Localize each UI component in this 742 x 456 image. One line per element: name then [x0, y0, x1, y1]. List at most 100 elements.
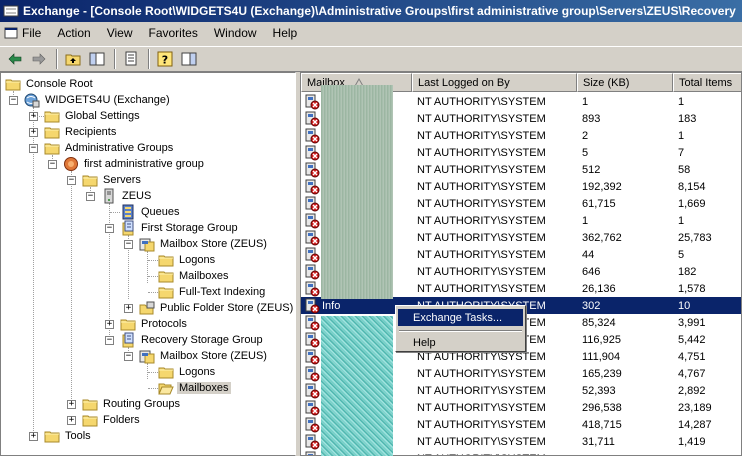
console-tree[interactable]: Console Root − WIDGETS4U (Exchange) + Gl…: [0, 72, 296, 456]
server-icon: [104, 188, 114, 204]
up-one-level-button[interactable]: [62, 48, 84, 70]
tree-node-recipients[interactable]: Recipients: [44, 124, 118, 140]
folder-icon: [158, 287, 174, 299]
tree-node-recovery-storage-group[interactable]: Recovery Storage Group: [120, 332, 265, 348]
tree-node-recovery-mailboxes[interactable]: Mailboxes: [158, 380, 231, 396]
folder-icon: [44, 127, 60, 139]
size-kb: 418,715: [582, 418, 622, 431]
size-kb: 296,538: [582, 401, 622, 414]
context-menu-help[interactable]: Help: [398, 334, 523, 351]
tree-node-queues[interactable]: Queues: [120, 204, 182, 220]
last-logged-on-by: NT AUTHORITY\SYSTEM: [417, 146, 546, 159]
total-items: 1: [678, 214, 685, 227]
help-button[interactable]: ?: [154, 48, 176, 70]
size-kb: 1: [582, 95, 589, 108]
size-kb: 61,715: [582, 197, 616, 210]
mailbox-store-icon: [139, 350, 155, 364]
size-kb: 192,392: [582, 180, 622, 193]
tree-node-tools[interactable]: Tools: [44, 428, 93, 444]
last-logged-on-by: NT AUTHORITY\SYSTEM: [417, 248, 546, 261]
tree-node-full-text-indexing[interactable]: Full-Text Indexing: [158, 284, 267, 300]
show-hide-tree-button[interactable]: [86, 48, 108, 70]
tree-expander[interactable]: +: [105, 320, 114, 329]
disconnected-mailbox-icon: [305, 383, 320, 398]
tree-expander[interactable]: −: [29, 144, 38, 153]
tree-node-recovery-logons[interactable]: Logons: [158, 364, 217, 380]
properties-button[interactable]: [178, 48, 200, 70]
tree-node-organization[interactable]: WIDGETS4U (Exchange): [24, 92, 172, 108]
total-items: 5,442: [678, 333, 706, 346]
tree-node-mailboxes[interactable]: Mailboxes: [158, 268, 231, 284]
column-header-total-items[interactable]: Total Items: [673, 73, 741, 92]
tree-node-folders[interactable]: Folders: [82, 412, 142, 428]
tree-expander[interactable]: +: [67, 400, 76, 409]
last-logged-on-by: NT AUTHORITY\SYSTEM: [417, 112, 546, 125]
tree-node-protocols[interactable]: Protocols: [120, 316, 189, 332]
tree-expander[interactable]: +: [124, 304, 133, 313]
menu-bar: File Action View Favorites Window Help: [0, 22, 742, 44]
context-menu-exchange-tasks[interactable]: Exchange Tasks...: [398, 309, 523, 326]
title-bar[interactable]: Exchange - [Console Root\WIDGETS4U (Exch…: [0, 0, 742, 22]
open-folder-icon: [158, 383, 174, 395]
folder-icon: [158, 255, 174, 267]
tree-expander[interactable]: +: [67, 416, 76, 425]
last-logged-on-by: NT AUTHORITY\SYSTEM: [417, 180, 546, 193]
tree-node-server-zeus[interactable]: ZEUS: [101, 188, 153, 204]
tree-expander[interactable]: −: [105, 224, 114, 233]
export-list-button[interactable]: [120, 48, 142, 70]
last-logged-on-by: NT AUTHORITY\SYSTEM: [417, 214, 546, 227]
tree-expander[interactable]: −: [9, 96, 18, 105]
tree-node-administrative-groups[interactable]: Administrative Groups: [44, 140, 175, 156]
last-logged-on-by: NT AUTHORITY\SYSTEM: [417, 265, 546, 278]
toolbar: ?: [0, 46, 742, 72]
tree-node-logons[interactable]: Logons: [158, 252, 217, 268]
size-kb: 26,136: [582, 282, 616, 295]
tree-expander[interactable]: +: [29, 432, 38, 441]
size-kb: 2: [582, 129, 589, 142]
tree-expander[interactable]: −: [124, 352, 133, 361]
menu-action[interactable]: Action: [49, 22, 98, 44]
tree-node-mailbox-store[interactable]: Mailbox Store (ZEUS): [139, 236, 269, 252]
disconnected-mailbox-icon: [305, 196, 320, 211]
public-folder-store-icon: [139, 301, 155, 315]
last-logged-on-by: NT AUTHORITY\SYSTEM: [417, 418, 546, 431]
toolbar-separator: [114, 49, 116, 69]
tree-node-public-folder-store[interactable]: Public Folder Store (ZEUS): [139, 300, 295, 316]
tree-node-first-storage-group[interactable]: First Storage Group: [120, 220, 240, 236]
folder-icon: [158, 367, 174, 379]
forward-button[interactable]: [28, 48, 50, 70]
tree-node-servers[interactable]: Servers: [82, 172, 143, 188]
size-kb: 52,393: [582, 384, 616, 397]
total-items: 1: [678, 95, 685, 108]
forward-arrow-icon: [32, 53, 46, 65]
total-items: 10: [678, 299, 691, 312]
folder-icon: [158, 271, 174, 283]
tree-node-routing-groups[interactable]: Routing Groups: [82, 396, 182, 412]
back-button[interactable]: [4, 48, 26, 70]
menu-help[interactable]: Help: [265, 22, 306, 44]
tree-node-console-root[interactable]: Console Root: [5, 76, 95, 92]
menu-favorites[interactable]: Favorites: [141, 22, 206, 44]
menu-window[interactable]: Window: [206, 22, 265, 44]
total-items: 3,991: [678, 316, 706, 329]
tree-expander[interactable]: −: [48, 160, 57, 169]
tree-guide: [147, 251, 148, 283]
tree-expander[interactable]: −: [67, 176, 76, 185]
mailbox-store-icon: [139, 238, 155, 252]
tree-expander[interactable]: −: [105, 336, 114, 345]
tree-node-admin-group[interactable]: first administrative group: [63, 156, 206, 172]
tree-node-recovery-mailbox-store[interactable]: Mailbox Store (ZEUS): [139, 348, 269, 364]
column-header-size[interactable]: Size (KB): [577, 73, 673, 92]
tree-node-global-settings[interactable]: Global Settings: [44, 108, 142, 124]
tree-expander[interactable]: −: [86, 192, 95, 201]
menu-view[interactable]: View: [99, 22, 141, 44]
total-items: 4,751: [678, 350, 706, 363]
last-logged-on-by: NT AUTHORITY\SYSTEM: [417, 282, 546, 295]
size-kb: 165,239: [582, 367, 622, 380]
tree-expander[interactable]: +: [29, 128, 38, 137]
last-logged-on-by: NT AUTHORITY\SYSTEM: [412, 453, 577, 456]
column-header-last-logged-on-by[interactable]: Last Logged on By: [412, 73, 577, 92]
folder-up-icon: [65, 54, 81, 66]
menu-file[interactable]: File: [0, 22, 49, 44]
tree-expander[interactable]: −: [124, 240, 133, 249]
